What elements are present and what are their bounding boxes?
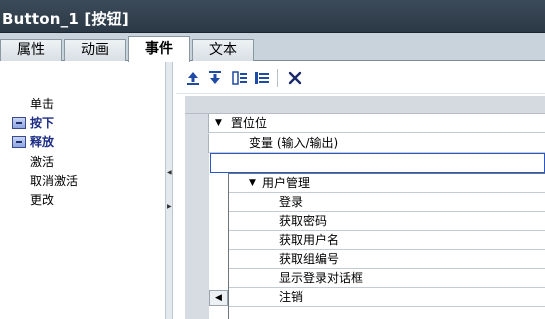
dropdown-item[interactable]: 显示登录对话框	[229, 269, 545, 288]
expand-caret-icon[interactable]: ▼	[249, 176, 256, 191]
dropdown-item[interactable]: 获取用户名	[229, 231, 545, 250]
collapse-left-icon[interactable]: ◀	[167, 169, 172, 177]
event-label: 激活	[30, 155, 55, 169]
event-item-activate[interactable]: 激活	[12, 153, 162, 171]
collapse-icon[interactable]	[231, 69, 251, 87]
title-bar: Button_1 [按钮]	[0, 0, 545, 33]
event-label: 单击	[30, 97, 55, 111]
dropdown-item-label: 注销	[279, 290, 304, 304]
function-row[interactable]: ▼ 置位位	[185, 114, 545, 133]
move-up-icon[interactable]	[184, 69, 204, 87]
function-edit-field[interactable]	[210, 153, 545, 173]
event-item-change[interactable]: 更改	[12, 191, 162, 209]
grid-header	[185, 96, 545, 114]
window-title: Button_1 [按钮]	[2, 10, 129, 28]
event-item-click[interactable]: 单击	[12, 95, 162, 113]
dropdown-item[interactable]: 获取组编号	[229, 250, 545, 269]
event-item-deactivate[interactable]: 取消激活	[12, 172, 162, 190]
function-toolbar	[176, 61, 545, 94]
scroll-left-icon[interactable]: ◀	[209, 290, 228, 306]
panel-splitter[interactable]: ◀ ▶	[165, 61, 173, 319]
event-label: 释放	[30, 135, 55, 149]
expand-caret-icon[interactable]: ▼	[215, 116, 222, 131]
dropdown-group-row[interactable]: ▼ 用户管理	[229, 174, 545, 193]
dropdown-item-label: 获取用户名	[279, 233, 340, 247]
expand-icon[interactable]	[253, 69, 273, 87]
event-label: 按下	[30, 116, 55, 130]
event-label: 取消激活	[30, 174, 79, 188]
parameter-label: 变量 (输入/输出)	[249, 136, 339, 150]
expand-right-icon[interactable]: ▶	[167, 203, 172, 211]
event-item-press[interactable]: 按下	[12, 114, 162, 132]
dropdown-item-label: 显示登录对话框	[279, 271, 364, 285]
event-list: 单击 按下 释放 激活 取消激活 更改	[0, 61, 165, 319]
tab-events[interactable]: 事件	[128, 36, 190, 62]
event-item-release[interactable]: 释放	[12, 133, 162, 151]
dropdown-item[interactable]: 注销	[229, 288, 545, 307]
function-dropdown: ▼ 用户管理 登录 获取密码 获取用户名 获取组编号 显示登录对话框 注销	[228, 173, 545, 319]
toolbar-separator	[277, 69, 278, 87]
row-selector[interactable]	[185, 134, 209, 153]
event-assigned-icon	[12, 136, 26, 148]
move-down-icon[interactable]	[206, 69, 226, 87]
function-name: 置位位	[231, 116, 268, 130]
dropdown-group-label: 用户管理	[262, 176, 311, 190]
row-selector[interactable]	[185, 114, 209, 133]
dropdown-item[interactable]: 获取密码	[229, 212, 545, 231]
dropdown-item-label: 登录	[279, 195, 304, 209]
dropdown-item-label: 获取组编号	[279, 252, 340, 266]
delete-icon[interactable]	[286, 69, 306, 87]
parameter-row[interactable]: 变量 (输入/输出)	[185, 134, 545, 153]
dropdown-item-label: 获取密码	[279, 214, 328, 228]
tab-properties[interactable]: 属性	[0, 39, 62, 61]
tab-strip: 属性 动画 事件 文本	[0, 33, 545, 62]
tab-animation[interactable]: 动画	[64, 39, 126, 61]
tab-text[interactable]: 文本	[192, 39, 254, 61]
dropdown-item[interactable]: 登录	[229, 193, 545, 212]
event-label: 更改	[30, 193, 55, 207]
event-assigned-icon	[12, 117, 26, 129]
